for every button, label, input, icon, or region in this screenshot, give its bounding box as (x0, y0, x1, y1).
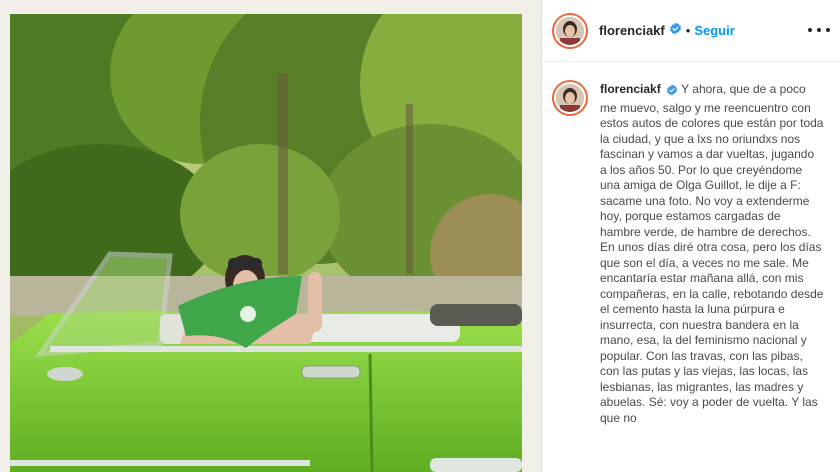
post-caption: florenciakf Y ahora, que de a poco me mu… (600, 82, 824, 426)
caption-username[interactable]: florenciakf (600, 82, 661, 96)
post-sidebar: florenciakf • Seguir florenciakf Y ahora… (541, 0, 840, 472)
author-avatar[interactable] (552, 12, 588, 49)
photo-illustration (10, 14, 522, 472)
verified-badge-icon (666, 84, 678, 101)
caption-author-avatar[interactable] (552, 80, 588, 116)
author-username[interactable]: florenciakf (599, 23, 665, 38)
caption-body: Y ahora, que de a poco me muevo, salgo y… (600, 82, 824, 425)
post-photo[interactable] (10, 14, 522, 472)
more-options-icon[interactable] (808, 22, 830, 38)
avatar-image (556, 84, 584, 112)
verified-badge-icon (669, 22, 682, 40)
post-header: florenciakf • Seguir (542, 0, 840, 62)
post-media-frame (0, 0, 540, 472)
avatar-image (556, 16, 584, 45)
header-separator: • (685, 23, 691, 38)
caption-row: florenciakf Y ahora, que de a poco me mu… (542, 62, 840, 426)
follow-button[interactable]: Seguir (694, 23, 734, 38)
